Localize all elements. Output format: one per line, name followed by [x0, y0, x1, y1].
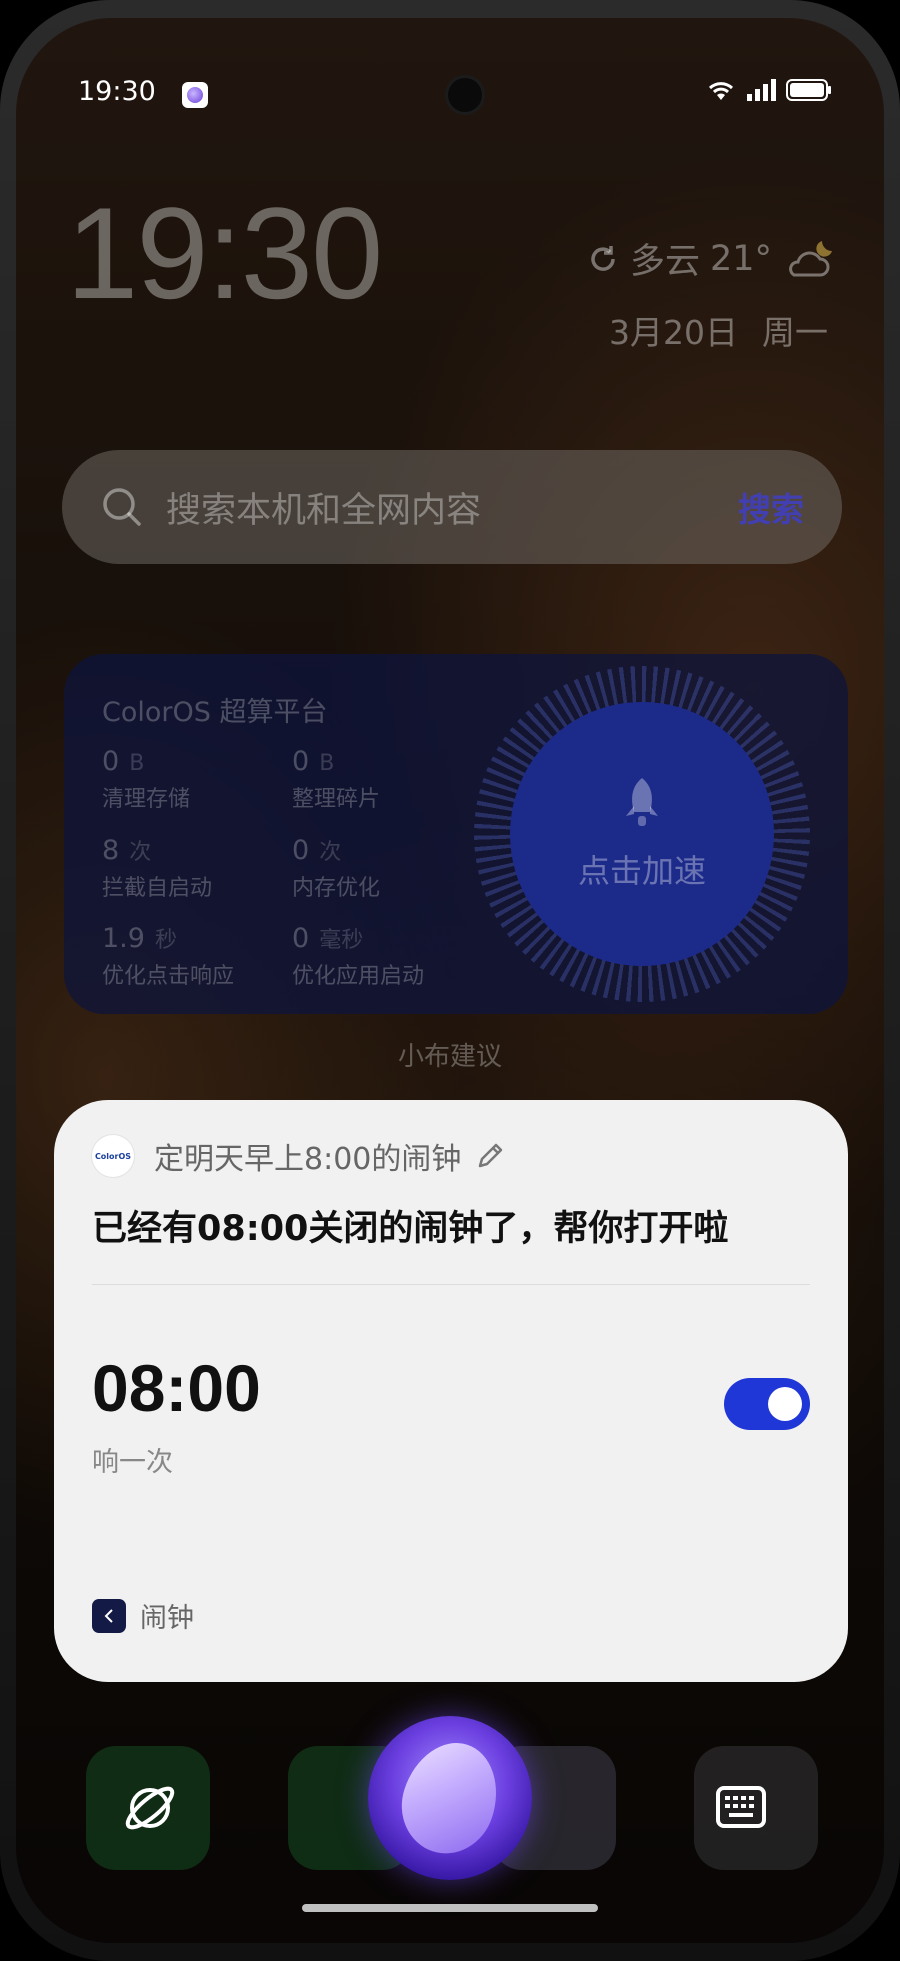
device-frame: 19:30 19:30 多云 21° 3月20日 周一 搜索本机和全网内容 搜索…: [0, 0, 900, 1961]
alarm-toggle[interactable]: [724, 1378, 810, 1430]
front-camera: [448, 78, 482, 112]
weather-condition: 多云: [629, 242, 700, 282]
query-text: 定明天早上8:00的闹钟: [154, 1142, 462, 1177]
battery-icon: [786, 79, 831, 101]
toggle-knob: [768, 1387, 802, 1421]
divider: [92, 1284, 810, 1285]
signal-icon: [747, 79, 776, 101]
weekday-text: 周一: [762, 313, 828, 352]
suggestion-label: 小布建议: [397, 1042, 502, 1072]
alarm-time[interactable]: 08:00: [92, 1350, 261, 1426]
boost-button[interactable]: 点击加速: [510, 702, 774, 966]
cloudy-night-icon: [789, 240, 832, 276]
lock-clock: 19:30: [66, 180, 383, 326]
source-app[interactable]: 闹钟: [92, 1596, 194, 1635]
stat-block-autostart: 8次 拦截自启动: [102, 835, 213, 901]
stat-defragment: 0B 整理碎片: [292, 746, 381, 812]
alarm-repeat: 响一次: [92, 1447, 173, 1478]
explore-icon[interactable]: [122, 1780, 178, 1836]
home-indicator[interactable]: [302, 1904, 598, 1912]
wifi-icon: [708, 82, 734, 100]
coloros-logo: ColorOS: [92, 1135, 134, 1177]
lock-date: 3月20日 周一: [609, 306, 828, 354]
assistant-result-card: ColorOS 定明天早上8:00的闹钟 已经有08:00关闭的闹钟了，帮你打开…: [54, 1100, 848, 1682]
weather-temperature: 21°: [709, 238, 772, 279]
coloros-performance-widget[interactable]: ColorOS 超算平台 0B 清理存储 0B 整理碎片 8次 拦截自启动 0次…: [64, 654, 848, 1014]
boost-label: 点击加速: [577, 852, 706, 890]
refresh-icon[interactable]: [586, 242, 620, 276]
status-icons: [706, 78, 832, 102]
stat-click-response: 1.9 秒 优化点击响应: [102, 923, 235, 989]
stat-memory-optimize: 0次 内存优化: [292, 835, 381, 901]
query-row[interactable]: ColorOS 定明天早上8:00的闹钟: [92, 1134, 505, 1178]
keyboard-icon[interactable]: [716, 1786, 766, 1828]
search-bar[interactable]: 搜索本机和全网内容 搜索: [62, 450, 842, 564]
screen: 19:30 19:30 多云 21° 3月20日 周一 搜索本机和全网内容 搜索…: [16, 18, 884, 1943]
stat-clean-storage: 0B 清理存储: [102, 746, 191, 812]
search-button[interactable]: 搜索: [738, 483, 804, 531]
edit-pencil-icon[interactable]: [475, 1141, 505, 1171]
assistant-reply: 已经有08:00关闭的闹钟了，帮你打开啦: [92, 1209, 729, 1249]
stat-app-launch: 0 毫秒 优化应用启动: [292, 923, 425, 989]
boost-ring[interactable]: 点击加速: [474, 666, 810, 1002]
source-app-label: 闹钟: [140, 1603, 194, 1634]
date-text: 3月20日: [609, 313, 738, 352]
search-input[interactable]: 搜索本机和全网内容: [166, 482, 738, 533]
voice-assistant-button[interactable]: [368, 1716, 532, 1880]
widget-title: ColorOS 超算平台: [102, 697, 328, 728]
clock-app-icon: [92, 1598, 126, 1633]
assistant-orb-icon: [388, 1730, 512, 1866]
status-time: 19:30: [78, 76, 156, 107]
rocket-icon: [626, 778, 658, 826]
search-icon: [103, 488, 141, 526]
weather: 多云 21°: [586, 233, 836, 284]
assistant-status-icon: [182, 82, 208, 108]
